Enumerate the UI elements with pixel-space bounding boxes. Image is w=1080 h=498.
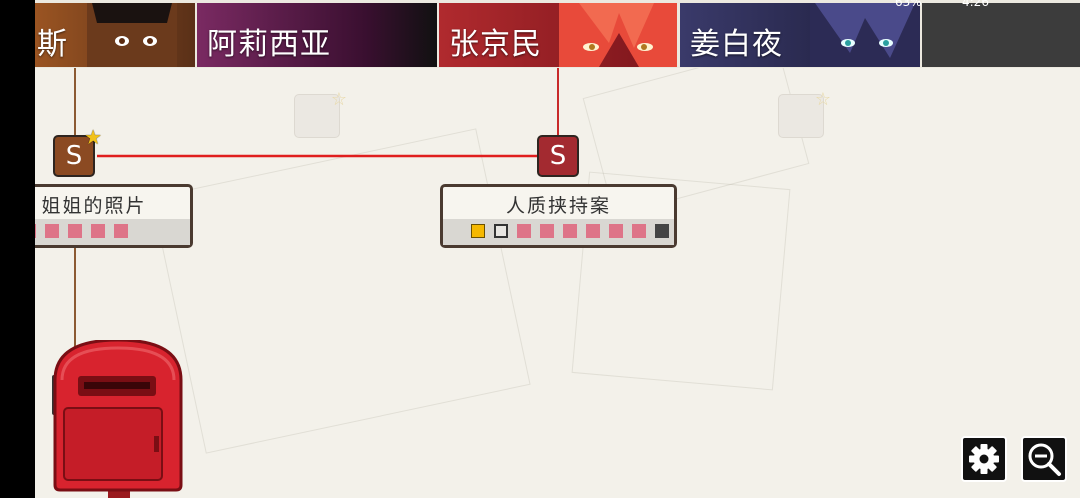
progress-square	[655, 224, 669, 238]
progress-square	[91, 224, 105, 238]
rank-badge[interactable]: S ★	[53, 127, 102, 177]
character-tabs: 斯 阿莉西亚 张京民 姜白夜	[35, 0, 1080, 68]
rank-label: S	[65, 141, 83, 171]
progress-bar	[35, 219, 190, 245]
character-name: 斯	[37, 27, 68, 62]
zoom-out-button[interactable]	[1021, 436, 1067, 482]
star-icon: ☆	[814, 89, 831, 110]
progress-square	[494, 224, 508, 238]
connector-lines	[74, 68, 559, 360]
case-card[interactable]: 姐姐的照片	[35, 184, 193, 248]
star-icon: ★	[84, 125, 102, 149]
progress-bar	[443, 219, 674, 245]
progress-square	[632, 224, 646, 238]
progress-square	[563, 224, 577, 238]
gear-icon	[969, 444, 999, 474]
progress-square	[68, 224, 82, 238]
character-tab[interactable]: 张京民	[439, 3, 677, 67]
locked-slot[interactable]: ☆	[778, 89, 831, 138]
character-portrait	[810, 3, 920, 67]
rank-label: S	[549, 141, 567, 171]
progress-square	[540, 224, 554, 238]
character-name: 阿莉西亚	[207, 27, 331, 62]
progress-square	[517, 224, 531, 238]
mailbox-icon[interactable]	[50, 340, 190, 498]
character-tab[interactable]: 阿莉西亚	[197, 3, 437, 67]
progress-square	[114, 224, 128, 238]
progress-square	[471, 224, 485, 238]
case-card[interactable]: 人质挟持案	[440, 184, 677, 248]
zoom-out-icon	[1028, 443, 1061, 476]
character-tab[interactable]: 姜白夜	[680, 3, 920, 67]
progress-square	[609, 224, 623, 238]
settings-button[interactable]	[961, 436, 1007, 482]
character-name: 姜白夜	[690, 27, 783, 62]
locked-slot[interactable]: ☆	[294, 89, 347, 138]
case-title: 姐姐的照片	[41, 195, 147, 217]
character-portrait	[87, 3, 177, 67]
case-title: 人质挟持案	[505, 195, 611, 217]
progress-square	[35, 224, 36, 238]
rank-badge[interactable]: S	[537, 135, 579, 177]
map-board[interactable]: ☆ ☆ S ★ 姐姐的照片 S 人质挟持案 斯 阿莉西亚 张京民 姜白夜	[35, 0, 1080, 498]
progress-square	[45, 224, 59, 238]
star-icon: ☆	[330, 89, 347, 110]
empty-tab	[922, 3, 1080, 67]
progress-square	[586, 224, 600, 238]
character-tab[interactable]: 斯	[35, 3, 195, 67]
character-portrait	[559, 3, 677, 67]
character-name: 张京民	[449, 27, 542, 62]
